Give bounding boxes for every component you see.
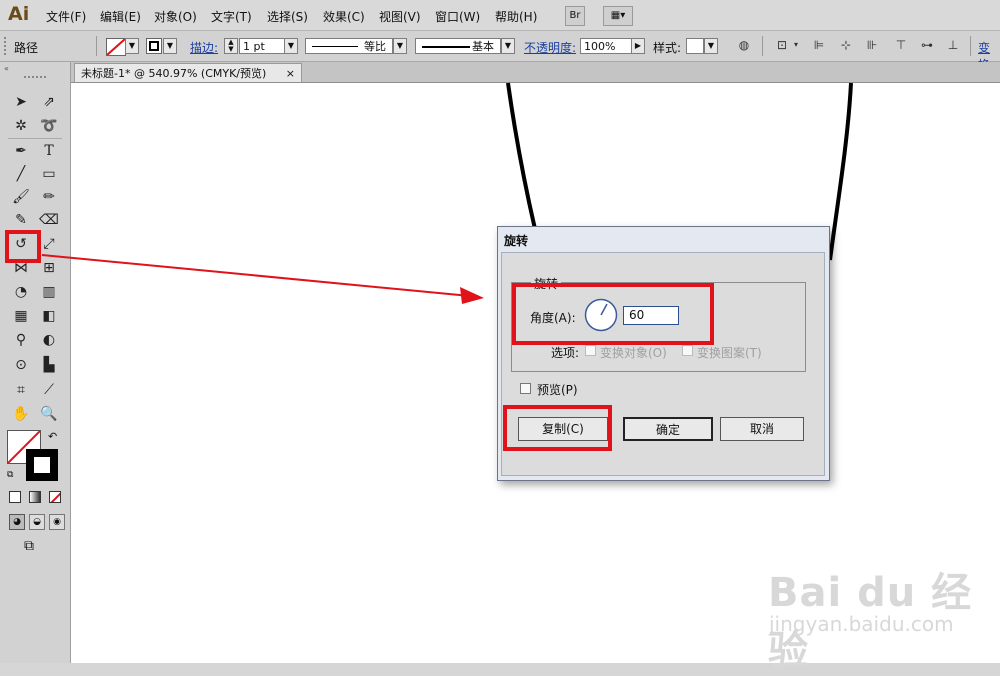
watermark-url: jingyan.baidu.com [769,612,954,636]
